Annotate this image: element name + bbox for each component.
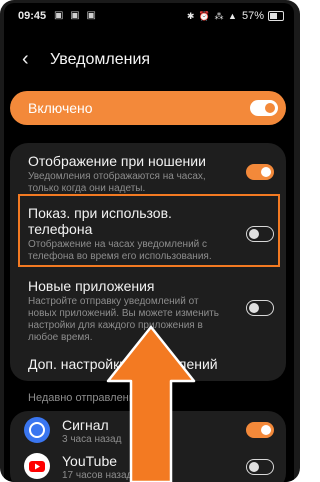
youtube-switch[interactable]: [246, 459, 274, 475]
switch-knob: [265, 103, 275, 113]
status-bar: 09:45 ▣ ▣ ▣ ✱ ⏰ ⁂ ▲ 57%: [4, 3, 294, 29]
switch-knob: [261, 425, 271, 435]
recent-apps-card: Сигнал 3 часа назад YouTube 17 часов наз…: [10, 411, 286, 482]
signal-glyph-icon: [29, 422, 45, 438]
app-last-sent: 3 часа назад: [62, 434, 122, 445]
switch-knob: [249, 303, 259, 313]
setting-title: Новые приложения: [28, 278, 155, 294]
setting-title: Показ. при использов. телефона: [28, 205, 172, 237]
back-arrow-icon[interactable]: ‹: [22, 49, 29, 69]
signal-switch[interactable]: [246, 422, 274, 438]
phone-frame: 09:45 ▣ ▣ ▣ ✱ ⏰ ⁂ ▲ 57% ‹ Уведомления Вк…: [0, 0, 300, 482]
youtube-play-icon: [29, 461, 45, 472]
master-toggle-switch[interactable]: [250, 100, 278, 116]
youtube-app-icon: [24, 453, 50, 479]
app-name: YouTube: [62, 453, 118, 469]
screen: 09:45 ▣ ▣ ▣ ✱ ⏰ ⁂ ▲ 57% ‹ Уведомления Вк…: [4, 3, 294, 482]
app-last-sent: 17 часов назад: [62, 470, 133, 481]
setting-title: Отображение при ношении: [28, 153, 206, 169]
switch-knob: [261, 167, 271, 177]
setting-description: Уведомления отображаются на часах, тольк…: [28, 171, 206, 194]
status-time: 09:45: [18, 10, 47, 22]
status-right: ✱ ⏰ ⁂ ▲ 57%: [187, 10, 284, 22]
master-toggle-row[interactable]: Включено: [10, 91, 286, 125]
page-title: Уведомления: [50, 51, 151, 68]
switch-knob: [249, 229, 259, 239]
switch-knob: [249, 462, 259, 472]
battery-percent: 57%: [241, 10, 264, 22]
master-toggle-label: Включено: [28, 100, 93, 116]
more-notification-settings-link[interactable]: Доп. настройки уведомлений: [28, 356, 218, 372]
settings-card: Отображение при ношении Уведомления отоб…: [10, 143, 286, 381]
recent-section-label: Недавно отправленные: [28, 392, 149, 404]
setting-description: Отображение на часах уведомлений с телеф…: [28, 239, 212, 262]
app-header: ‹ Уведомления: [4, 43, 294, 79]
show-when-worn-switch[interactable]: [246, 164, 274, 180]
notification-icons: ▣ ▣ ▣: [54, 10, 98, 21]
signal-app-icon: [24, 417, 50, 443]
setting-description: Настройте отправку уведомлений от новых …: [28, 296, 220, 343]
system-status-icons: ✱ ⏰ ⁂ ▲: [186, 10, 238, 21]
app-name: Сигнал: [62, 417, 109, 433]
new-apps-switch[interactable]: [246, 300, 274, 316]
battery-icon: [268, 11, 284, 21]
show-while-using-phone-switch[interactable]: [246, 226, 274, 242]
